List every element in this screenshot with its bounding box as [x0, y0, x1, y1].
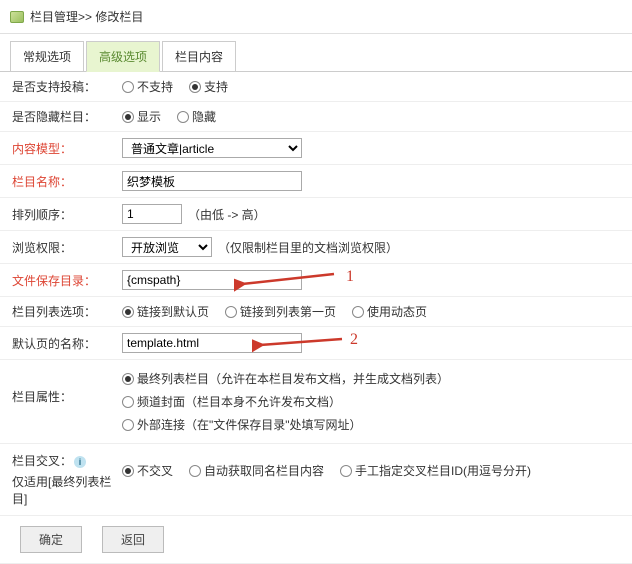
radio-auto-cross[interactable]: 自动获取同名栏目内容 [189, 462, 324, 479]
radio-icon [122, 373, 134, 385]
radio-icon [189, 81, 201, 93]
info-icon[interactable]: i [74, 456, 86, 468]
radio-link-first[interactable]: 链接到列表第一页 [225, 303, 336, 320]
label-browse-perm: 浏览权限： [12, 239, 122, 256]
label-content-model: 内容模型： [12, 140, 122, 157]
radio-no-submission[interactable]: 不支持 [122, 78, 173, 95]
radio-final-list[interactable]: 最终列表栏目（允许在本栏目发布文档，并生成文档列表） [122, 370, 449, 387]
radio-icon [122, 396, 134, 408]
input-column-name[interactable] [122, 171, 302, 191]
radio-no-cross[interactable]: 不交叉 [122, 462, 173, 479]
hint-browse-perm: （仅限制栏目里的文档浏览权限） [218, 239, 398, 256]
label-column-cross: 栏目交叉：i [12, 452, 122, 469]
annot-1: 1 [346, 268, 354, 286]
radio-icon [122, 306, 134, 318]
radio-link-default[interactable]: 链接到默认页 [122, 303, 209, 320]
tabs: 常规选项 高级选项 栏目内容 [0, 34, 632, 72]
breadcrumb: 栏目管理>> 修改栏目 [0, 0, 632, 34]
back-button[interactable]: 返回 [102, 526, 164, 553]
radio-channel-cover[interactable]: 频道封面（栏目本身不允许发布文档） [122, 393, 341, 410]
input-sort-order[interactable] [122, 204, 182, 224]
label-default-page: 默认页的名称： [12, 335, 122, 352]
label-hidden-column: 是否隐藏栏目： [12, 108, 122, 125]
tab-advanced[interactable]: 高级选项 [86, 41, 160, 72]
radio-icon [122, 81, 134, 93]
radio-icon [352, 306, 364, 318]
label-sort-order: 排列顺序： [12, 206, 122, 223]
label-column-name: 栏目名称： [12, 173, 122, 190]
radio-icon [122, 111, 134, 123]
radio-manual-cross[interactable]: 手工指定交叉栏目ID(用逗号分开) [340, 462, 531, 479]
book-icon [10, 11, 24, 23]
radio-show[interactable]: 显示 [122, 108, 161, 125]
annot-2: 2 [350, 331, 358, 349]
tab-general[interactable]: 常规选项 [10, 41, 84, 72]
radio-icon [340, 465, 352, 477]
radio-icon [122, 465, 134, 477]
radio-external-link[interactable]: 外部连接（在"文件保存目录"处填写网址） [122, 416, 362, 433]
hint-sort-order: （由低 -> 高） [188, 206, 266, 223]
ok-button[interactable]: 确定 [20, 526, 82, 553]
select-content-model[interactable]: 普通文章|article [122, 138, 302, 158]
radio-icon [189, 465, 201, 477]
radio-support-submission[interactable]: 支持 [189, 78, 228, 95]
tab-content[interactable]: 栏目内容 [162, 41, 236, 72]
label-list-option: 栏目列表选项： [12, 303, 122, 320]
radio-hide[interactable]: 隐藏 [177, 108, 216, 125]
label-save-dir: 文件保存目录： [12, 272, 122, 289]
label-support-submission: 是否支持投稿： [12, 78, 122, 95]
radio-icon [177, 111, 189, 123]
label-column-property: 栏目属性： [12, 370, 122, 405]
select-browse-perm[interactable]: 开放浏览 [122, 237, 212, 257]
input-save-dir[interactable] [122, 270, 302, 290]
radio-icon [122, 419, 134, 431]
radio-icon [225, 306, 237, 318]
input-default-page[interactable] [122, 333, 302, 353]
label-cross-note: 仅适用[最终列表栏目] [12, 473, 122, 507]
breadcrumb-text: 栏目管理>> 修改栏目 [30, 8, 143, 25]
radio-dynamic[interactable]: 使用动态页 [352, 303, 427, 320]
